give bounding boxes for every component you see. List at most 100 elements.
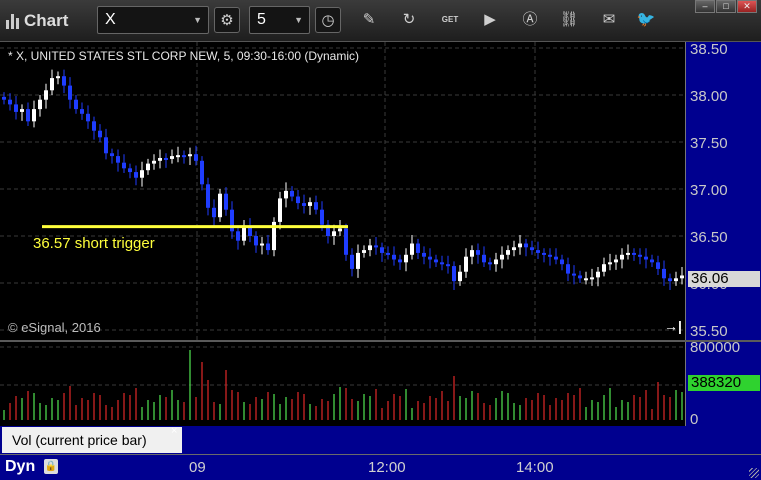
candle-body <box>578 275 582 279</box>
candle-body <box>560 259 564 265</box>
candle-body <box>542 252 546 255</box>
get-data-icon[interactable]: GET <box>437 7 463 33</box>
candle-body <box>50 78 54 91</box>
refresh-cycle-icon[interactable]: ↻ <box>396 7 422 33</box>
candle-body <box>314 202 318 210</box>
time-axis[interactable]: Dyn 🔒 09 12:00 14:00 <box>0 454 761 480</box>
volume-axis[interactable]: 800000 388320 0 <box>685 340 761 428</box>
candle-body <box>14 104 18 112</box>
candle-body <box>380 247 384 253</box>
pencil-draw-icon[interactable]: ✎ <box>356 7 382 33</box>
volume-pane[interactable] <box>0 342 685 426</box>
candle-body <box>566 264 570 274</box>
candle-body <box>464 256 468 272</box>
candle-body <box>260 243 264 246</box>
get-data-label: GET <box>441 15 459 24</box>
candle-body <box>140 170 144 178</box>
candle-body <box>602 264 606 272</box>
candle-body <box>632 252 636 255</box>
candle-body <box>128 168 132 173</box>
candle-body <box>416 243 420 253</box>
candle-body <box>554 256 558 260</box>
candle-body <box>530 247 534 251</box>
candle-body <box>386 252 390 255</box>
chevron-down-icon[interactable]: ▼ <box>193 7 202 33</box>
candle-body <box>368 245 372 251</box>
candle-body <box>452 266 456 282</box>
interval-value: 5 <box>257 11 266 28</box>
candle-body <box>98 130 102 138</box>
candle-body <box>650 259 654 263</box>
candle-body <box>374 245 378 248</box>
dynamic-mode-label[interactable]: Dyn <box>5 458 35 476</box>
candle-body <box>236 231 240 241</box>
price-axis-label: 35.50 <box>690 323 728 340</box>
candle-body <box>674 278 678 282</box>
candle-body <box>26 109 30 122</box>
candle-body <box>512 247 516 251</box>
candle-body <box>506 250 510 255</box>
close-button[interactable]: ✕ <box>737 0 757 13</box>
title-toolbar: Chart X ▼ ⚙ 5 ▼ ◷ ✎ ↻ GET ▶ Ⓐ ⛓ ✉ 🐦 – □ … <box>0 0 761 42</box>
volume-last-badge: 388320 <box>688 375 760 391</box>
candle-body <box>278 198 282 222</box>
candle-body <box>458 271 462 282</box>
candle-body <box>62 76 66 86</box>
candle-body <box>146 163 150 171</box>
candle-body <box>362 250 366 253</box>
candle-body <box>152 160 156 164</box>
candle-body <box>218 193 222 218</box>
candle-body <box>662 268 666 279</box>
alert-icon[interactable]: Ⓐ <box>517 7 543 33</box>
link-icon[interactable]: ⛓ <box>556 7 582 33</box>
candle-body <box>170 156 174 159</box>
candle-body <box>110 153 114 157</box>
candle-body <box>518 243 522 248</box>
time-label: 09 <box>189 459 206 476</box>
resize-grip-icon[interactable] <box>749 468 759 478</box>
play-icon[interactable]: ▶ <box>477 7 503 33</box>
candle-body <box>206 184 210 208</box>
lock-icon[interactable]: 🔒 <box>44 459 58 474</box>
candle-body <box>224 193 228 210</box>
candle-body <box>176 155 180 158</box>
candle-body <box>254 236 258 246</box>
candle-body <box>434 259 438 263</box>
candle-body <box>44 90 48 100</box>
price-chart[interactable] <box>0 42 685 340</box>
volume-chart[interactable] <box>0 342 685 426</box>
close-study-icon[interactable]: × <box>171 425 177 437</box>
candle-body <box>302 203 306 206</box>
candle-body <box>134 172 138 178</box>
candle-body <box>476 250 480 255</box>
last-price-badge: 36.06 <box>688 271 760 287</box>
minimize-button[interactable]: – <box>695 0 715 13</box>
candle-body <box>410 243 414 255</box>
candle-body <box>182 155 186 158</box>
candle-body <box>164 157 168 160</box>
candle-body <box>494 259 498 265</box>
volume-study-label[interactable]: Vol (current price bar) <box>2 427 182 453</box>
candle-body <box>620 254 624 260</box>
interval-input[interactable]: 5 ▼ <box>249 6 310 34</box>
maximize-button[interactable]: □ <box>716 0 736 13</box>
candle-body <box>356 252 360 269</box>
candle-body <box>626 252 630 255</box>
price-pane[interactable]: * X, UNITED STATES STL CORP NEW, 5, 09:3… <box>0 42 685 340</box>
candle-body <box>32 109 36 122</box>
candle-body <box>200 160 204 185</box>
interval-clock-icon[interactable]: ◷ <box>315 7 341 33</box>
twitter-icon[interactable]: 🐦 <box>633 7 659 33</box>
symbol-input[interactable]: X ▼ <box>97 6 209 34</box>
chevron-down-icon[interactable]: ▼ <box>294 7 303 33</box>
candle-body <box>194 154 198 161</box>
price-axis[interactable]: 38.50 38.00 37.50 37.00 36.50 36.00 35.5… <box>685 42 761 340</box>
price-axis-label: 37.00 <box>690 182 728 199</box>
symbol-settings-icon[interactable]: ⚙ <box>214 7 240 33</box>
candle-body <box>20 109 24 112</box>
comment-icon[interactable]: ✉ <box>596 7 622 33</box>
scroll-to-end-icon[interactable]: →| <box>664 318 682 334</box>
price-axis-label: 37.50 <box>690 135 728 152</box>
candle-body <box>8 99 12 105</box>
candle-body <box>482 254 486 263</box>
